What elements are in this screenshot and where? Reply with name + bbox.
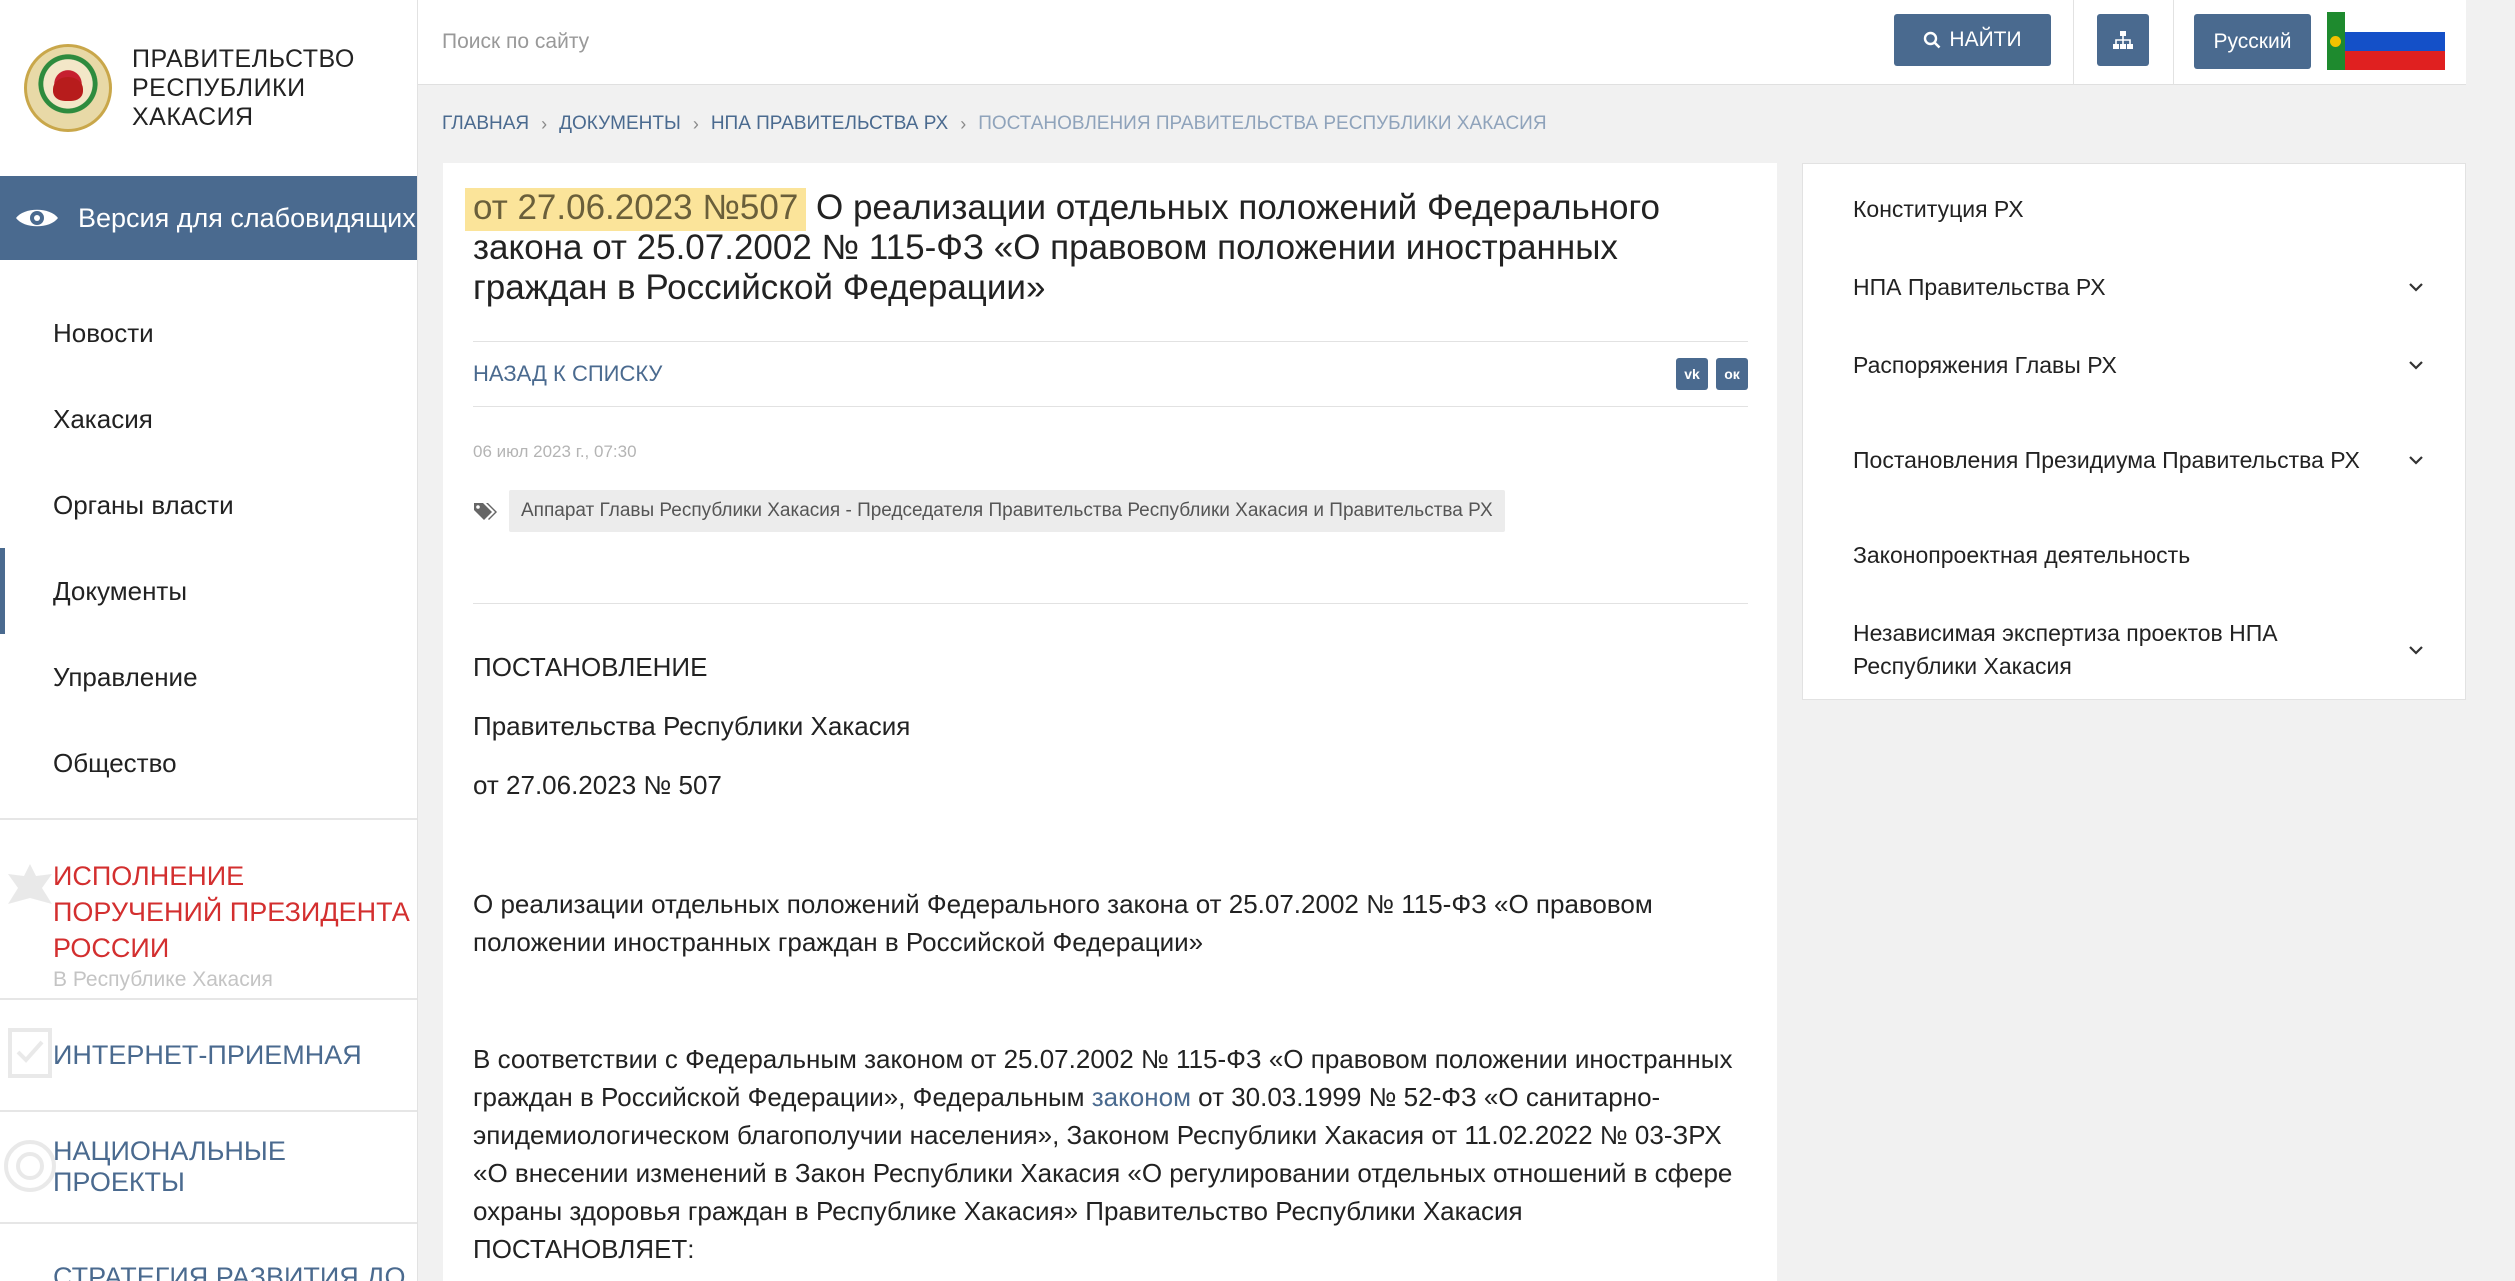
odnoklassniki-share-icon[interactable]: ок	[1716, 358, 1748, 390]
body-paragraph: Правительства Республики Хакасия	[473, 711, 911, 741]
promo-title: НАЦИОНАЛЬНЫЕ ПРОЕКТЫ	[53, 1136, 286, 1197]
eagle-emblem-icon	[8, 864, 52, 904]
nav-label: Органы власти	[53, 489, 234, 520]
sitemap-icon	[2113, 31, 2133, 49]
title-highlight: от 27.06.2023 №507	[465, 188, 807, 231]
menu-item-head-orders[interactable]: Распоряжения Главы РХ	[1803, 326, 2465, 404]
promo-title: СТРАТЕГИЯ РАЗВИТИЯ ДО	[53, 1262, 406, 1281]
header-divider	[2173, 0, 2174, 85]
nav-label: Общество	[53, 747, 177, 778]
nav-label: Хакасия	[53, 403, 153, 434]
breadcrumb-current: ПОСТАНОВЛЕНИЯ ПРАВИТЕЛЬСТВА РЕСПУБЛИКИ Х…	[978, 113, 1547, 134]
site-logo[interactable]: ПРАВИТЕЛЬСТВО РЕСПУБЛИКИ ХАКАСИЯ	[0, 0, 417, 176]
nav-label: Документы	[53, 575, 188, 606]
chevron-down-icon[interactable]	[2407, 278, 2425, 296]
vk-share-icon[interactable]: vk	[1676, 358, 1708, 390]
promo-internet-reception[interactable]: ИНТЕРНЕТ-ПРИЕМНАЯ	[0, 998, 417, 1110]
promo-subtitle: В Республике Хакасия	[53, 968, 273, 991]
back-to-list-link[interactable]: НАЗАД К СПИСКУ	[473, 361, 662, 387]
breadcrumb-documents[interactable]: ДОКУМЕНТЫ	[559, 113, 681, 135]
menu-item-npa-government[interactable]: НПА Правительства РХ	[1803, 248, 2465, 326]
chevron-down-icon[interactable]	[2407, 356, 2425, 374]
nav-item-society[interactable]: Общество	[0, 720, 417, 806]
menu-item-legislative-activity[interactable]: Законопроектная деятельность	[1803, 516, 2465, 594]
menu-item-label: Законопроектная деятельность	[1853, 541, 2191, 568]
chevron-right-icon: ›	[960, 113, 967, 134]
nav-item-documents[interactable]: Документы	[0, 548, 417, 634]
search-button[interactable]: НАЙТИ	[1894, 14, 2051, 66]
breadcrumb: ГЛАВНАЯ › ДОКУМЕНТЫ › НПА ПРАВИТЕЛЬСТВА …	[442, 112, 1547, 136]
tags-icon	[474, 503, 497, 520]
article-card: от 27.06.2023 №507 О реализации отдельны…	[443, 163, 1777, 1281]
nav-item-news[interactable]: Новости	[0, 290, 417, 376]
publish-date: 06 июл 2023 г., 07:30	[473, 442, 637, 461]
law-link[interactable]: законом	[1092, 1082, 1191, 1112]
low-vision-label: Версия для слабовидящих	[78, 202, 416, 233]
search-icon	[1924, 31, 1941, 49]
search-input[interactable]	[442, 20, 1242, 64]
chevron-down-icon[interactable]	[2407, 451, 2425, 469]
main-nav: Новости Хакасия Органы власти Документы …	[0, 290, 417, 806]
search-button-label: НАЙТИ	[1949, 28, 2022, 51]
target-icon	[4, 1140, 56, 1192]
tag-chip[interactable]: Аппарат Главы Республики Хакасия - Предс…	[509, 490, 1505, 532]
body-heading: ПОСТАНОВЛЕНИЕ	[473, 652, 708, 682]
promo-national-projects[interactable]: НАЦИОНАЛЬНЫЕ ПРОЕКТЫ	[0, 1110, 417, 1222]
nav-item-authorities[interactable]: Органы власти	[0, 462, 417, 548]
nav-label: Новости	[53, 317, 154, 348]
promo-title: ИСПОЛНЕНИЕ ПОРУЧЕНИЙ ПРЕЗИДЕНТА РОССИИ	[53, 861, 410, 963]
body-paragraph: В соответствии с Федеральным законом от …	[473, 1040, 1748, 1268]
nav-label: Управление	[53, 661, 198, 692]
eye-icon	[16, 209, 58, 227]
documents-side-menu: Конституция РХ НПА Правительства РХ Расп…	[1802, 163, 2466, 700]
logo-text: ПРАВИТЕЛЬСТВО РЕСПУБЛИКИ ХАКАСИЯ	[132, 44, 355, 131]
khakassia-flag-icon[interactable]	[2327, 12, 2445, 70]
article-toolbar: НАЗАД К СПИСКУ vk ок	[473, 341, 1748, 407]
menu-item-label: НПА Правительства РХ	[1853, 273, 2106, 300]
checklist-icon	[8, 1028, 52, 1078]
promo-president-orders[interactable]: ИСПОЛНЕНИЕ ПОРУЧЕНИЙ ПРЕЗИДЕНТА РОССИИ В…	[0, 818, 417, 998]
chevron-right-icon: ›	[692, 113, 699, 134]
body-paragraph: от 27.06.2023 № 507	[473, 770, 722, 800]
breadcrumb-home[interactable]: ГЛАВНАЯ	[442, 113, 529, 135]
coat-of-arms-icon	[24, 44, 112, 132]
menu-item-label: Распоряжения Главы РХ	[1853, 351, 2117, 378]
menu-item-independent-expertise[interactable]: Независимая экспертиза проектов НПА Респ…	[1803, 594, 2465, 706]
nav-item-khakassia[interactable]: Хакасия	[0, 376, 417, 462]
top-header: НАЙТИ Русский	[418, 0, 2466, 85]
chevron-down-icon[interactable]	[2407, 641, 2425, 659]
menu-item-presidium-resolutions[interactable]: Постановления Президиума Правительства Р…	[1803, 404, 2465, 516]
menu-item-label: Независимая экспертиза проектов НПА Респ…	[1853, 620, 2278, 679]
menu-item-label: Постановления Президиума Правительства Р…	[1853, 446, 2360, 473]
promo-strategy[interactable]: СТРАТЕГИЯ РАЗВИТИЯ ДО	[0, 1222, 417, 1281]
body-paragraph: О реализации отдельных положений Федерал…	[473, 889, 1653, 957]
header-divider	[2073, 0, 2074, 85]
low-vision-button[interactable]: Версия для слабовидящих	[0, 176, 417, 260]
tag-row: Аппарат Главы Республики Хакасия - Предс…	[473, 490, 1505, 532]
breadcrumb-npa[interactable]: НПА ПРАВИТЕЛЬСТВА РХ	[711, 113, 948, 135]
divider	[473, 603, 1748, 604]
chevron-right-icon: ›	[541, 113, 548, 134]
menu-item-label: Конституция РХ	[1853, 195, 2024, 222]
menu-item-constitution[interactable]: Конституция РХ	[1803, 170, 2465, 248]
nav-item-management[interactable]: Управление	[0, 634, 417, 720]
share-buttons: vk ок	[1676, 358, 1748, 390]
language-button[interactable]: Русский	[2194, 14, 2311, 69]
left-sidebar: ПРАВИТЕЛЬСТВО РЕСПУБЛИКИ ХАКАСИЯ Версия …	[0, 0, 418, 1281]
sitemap-button[interactable]	[2097, 14, 2149, 66]
article-title: от 27.06.2023 №507 О реализации отдельны…	[465, 188, 1743, 308]
promo-title: ИНТЕРНЕТ-ПРИЕМНАЯ	[53, 1039, 362, 1070]
